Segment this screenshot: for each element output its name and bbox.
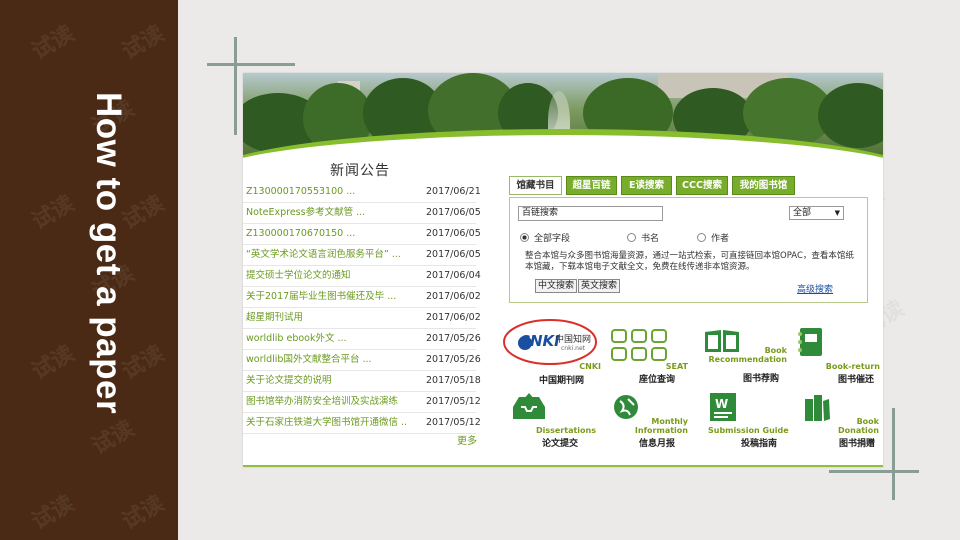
news-item[interactable]: worldlib国外文献整合平台 ... 2017/05/26 — [243, 350, 481, 371]
service-dissertations[interactable]: Dissertations 论文提交 — [511, 391, 601, 449]
service-book-recommendation[interactable]: Book Recommendation 图书荐购 — [703, 326, 788, 384]
radio-checked-icon — [520, 233, 529, 242]
news-item[interactable]: “英文学术论文语言润色服务平台” ... 2017/06/05 — [243, 245, 481, 266]
service-submission-guide[interactable]: W Submission Guide 投稿指南 — [708, 391, 789, 449]
books-icon — [805, 395, 830, 421]
radio-unchecked-icon — [627, 233, 636, 242]
library-website-screenshot: 新闻公告 Z130000170553100 ... 2017/06/21 Note… — [243, 73, 883, 467]
news-item[interactable]: 图书馆举办消防安全培训及实战演练 2017/05/12 — [243, 392, 481, 413]
notebook-icon — [798, 328, 822, 356]
decor-cross-top-h — [207, 63, 295, 66]
svg-text:W: W — [715, 397, 728, 411]
tab-eread[interactable]: E读搜索 — [621, 176, 672, 195]
radio-title[interactable]: 书名 — [627, 231, 659, 244]
decor-cross-bottom-v — [892, 408, 895, 500]
news-item[interactable]: 关于石家庄铁道大学图书馆开通微信 ... 2017/05/12 — [243, 413, 481, 434]
slide-title: How to get a paper — [89, 92, 128, 415]
news-heading: 新闻公告 — [330, 163, 390, 179]
tab-chaoxing[interactable]: 超星百链 — [566, 176, 617, 195]
radio-author[interactable]: 作者 — [697, 231, 729, 244]
service-seat[interactable]: SEAT 座位查询 — [608, 326, 688, 385]
inbox-upload-icon — [513, 393, 545, 419]
news-item[interactable]: Z130000170670150 ... 2017/06/05 — [243, 224, 481, 245]
chinese-search-button[interactable]: 中文搜索 — [535, 279, 578, 293]
decor-cross-top-v — [234, 37, 237, 135]
tab-catalog[interactable]: 馆藏书目 — [509, 176, 562, 195]
news-item[interactable]: 关于2017届毕业生图书催还及毕 ... 2017/06/02 — [243, 287, 481, 308]
tab-my-library[interactable]: 我的图书馆 — [732, 176, 795, 195]
service-monthly-information[interactable]: Monthly Information 信息月报 — [610, 391, 690, 449]
search-input[interactable]: 百链搜索 — [518, 206, 663, 221]
radio-all-fields[interactable]: 全部字段 — [520, 231, 570, 244]
service-book-return[interactable]: Book-return 图书催还 — [796, 326, 883, 385]
seat-icon — [611, 329, 667, 361]
news-item[interactable]: 提交硕士学位论文的通知 2017/06/04 — [243, 266, 481, 287]
search-panel: 百链搜索 全部 ▼ 全部字段 书名 作者 整合本馆与众多图书馆海量资源，通过一站式… — [509, 197, 868, 303]
news-item[interactable]: 超星期刊试用 2017/06/02 — [243, 308, 481, 329]
service-book-donation[interactable]: Book Donation 图书捐赠 — [803, 391, 883, 449]
search-description: 整合本馆与众多图书馆海量资源，通过一站式检索，可直接链回本馆OPAC，查看本馆纸… — [525, 251, 854, 272]
news-item[interactable]: 关于论文提交的说明 2017/05/18 — [243, 371, 481, 392]
search-scope-select[interactable]: 全部 ▼ — [789, 206, 844, 220]
news-item[interactable]: NoteExpress参考文献管 ... 2017/06/05 — [243, 203, 481, 224]
document-w-icon: W — [710, 393, 736, 421]
news-item[interactable]: worldlib ebook外文 ... 2017/05/26 — [243, 329, 481, 350]
news-more-link[interactable]: 更多 — [457, 432, 477, 447]
service-cnki[interactable]: CNKI 中国知网 cnki.net CNKI 中国期刊网 — [501, 318, 601, 386]
cnki-logo-text: 中国知网 — [555, 335, 592, 345]
dropdown-arrow-icon: ▼ — [834, 209, 840, 217]
news-item[interactable]: Z130000170553100 ... 2017/06/21 — [243, 182, 481, 203]
radio-unchecked-icon — [697, 233, 706, 242]
decor-cross-bottom-h — [829, 470, 919, 473]
tab-ccc[interactable]: CCC搜索 — [676, 176, 728, 195]
advanced-search-link[interactable]: 高级搜索 — [797, 282, 833, 295]
campus-banner-image — [243, 73, 883, 163]
english-search-button[interactable]: 英文搜索 — [578, 279, 621, 293]
news-list: Z130000170553100 ... 2017/06/21 NoteExpre… — [243, 182, 481, 434]
cnki-url: cnki.net — [561, 345, 585, 352]
